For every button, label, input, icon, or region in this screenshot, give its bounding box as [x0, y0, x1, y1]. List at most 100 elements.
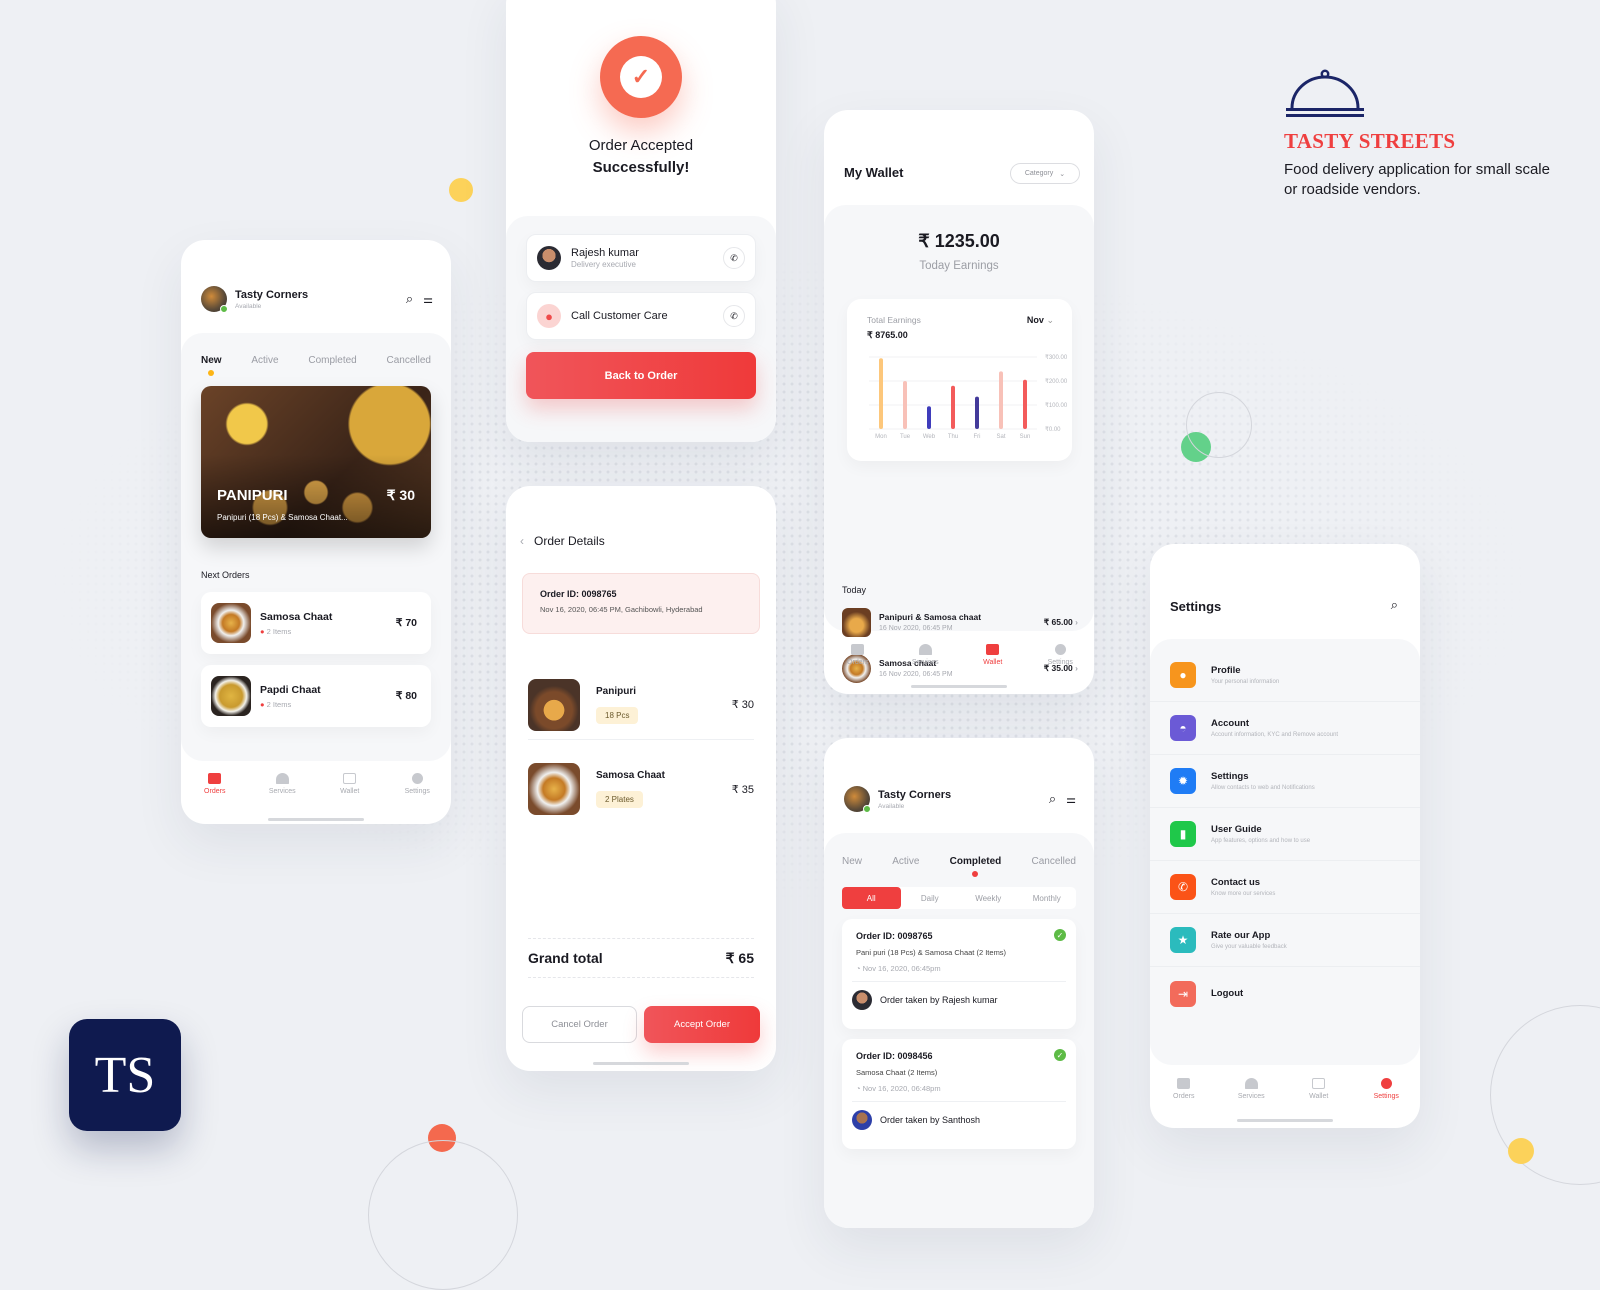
tab-cancelled[interactable]: Cancelled	[387, 355, 431, 366]
filter-daily[interactable]: Daily	[901, 887, 960, 909]
nav-orders[interactable]: Orders	[190, 773, 240, 795]
calendar-icon	[1177, 1078, 1191, 1089]
cancel-order-button[interactable]: Cancel Order	[522, 1006, 637, 1043]
back-icon[interactable]: ‹	[520, 534, 524, 548]
search-icon[interactable]: ⌕	[1391, 597, 1398, 613]
order-price: ₹ 80	[395, 690, 417, 702]
decor-ring	[368, 1140, 518, 1290]
settings-item-title: User Guide	[1211, 824, 1262, 835]
settings-item-title: Rate our App	[1211, 930, 1271, 941]
category-select[interactable]: Category ⌄	[1010, 163, 1080, 184]
home-indicator	[1237, 1119, 1333, 1122]
order-item-row: Samosa Chaat 2 Plates ₹ 35	[528, 754, 754, 824]
y-tick-label: ₹300.00	[1045, 354, 1068, 361]
online-indicator	[863, 805, 871, 813]
decor-dot-yellow	[1508, 1138, 1534, 1164]
delivery-avatar	[537, 246, 561, 270]
calendar-icon	[851, 644, 865, 655]
gear-icon: ✹	[1170, 768, 1196, 794]
order-id: Order ID: 0098765	[540, 589, 617, 599]
settings-item-contact-us[interactable]: ✆ Contact us Know more our services	[1150, 861, 1420, 914]
completed-order-card[interactable]: Order ID: 0098456 ✓ Samosa Chaat (2 Item…	[842, 1039, 1076, 1149]
nav-services[interactable]: Services	[1226, 1078, 1276, 1100]
cloche-icon	[275, 773, 289, 784]
nav-orders[interactable]: Orders	[1159, 1078, 1209, 1100]
search-icon[interactable]: ⌕	[1049, 791, 1056, 807]
filter-monthly[interactable]: Monthly	[1018, 887, 1077, 909]
tab-active[interactable]: Active	[892, 856, 919, 867]
nav-wallet[interactable]: Wallet	[1294, 1078, 1344, 1100]
tab-new[interactable]: New	[201, 355, 222, 376]
next-order-item[interactable]: Papdi Chaat ● 2 Items ₹ 80	[201, 665, 431, 727]
nav-settings[interactable]: Settings	[1035, 644, 1085, 666]
grand-total-row: Grand total ₹ 65	[528, 938, 754, 978]
search-icon[interactable]: ⌕	[406, 291, 413, 307]
delivery-avatar	[852, 1110, 872, 1130]
food-thumbnail	[528, 678, 580, 731]
call-button[interactable]: ✆	[723, 305, 745, 327]
item-qty: 18 Pcs	[596, 706, 639, 724]
accept-order-button[interactable]: Accept Order	[644, 1006, 760, 1043]
check-icon: ✓	[1054, 929, 1066, 941]
nav-settings[interactable]: Settings	[392, 773, 442, 795]
back-to-order-button[interactable]: Back to Order	[526, 352, 756, 399]
settings-item-title: Logout	[1211, 988, 1244, 999]
call-button[interactable]: ✆	[723, 247, 745, 269]
settings-item-sub: Your personal information	[1211, 679, 1280, 685]
bottom-nav: Orders Services Wallet Settings	[824, 644, 1094, 666]
next-order-item[interactable]: Samosa Chaat ● 2 Items ₹ 70	[201, 592, 431, 654]
tab-new[interactable]: New	[842, 856, 862, 867]
featured-order-card[interactable]: PANIPURI ₹ 30 Panipuri (18 Pcs) & Samosa…	[201, 386, 431, 538]
settings-item-user-guide[interactable]: ▮ User Guide App features, options and how…	[1150, 808, 1420, 861]
filter-icon[interactable]: ⚌	[423, 293, 433, 306]
settings-item-sub: Give your valuable feedback	[1211, 944, 1287, 950]
filter-all[interactable]: All	[842, 887, 901, 909]
settings-item-rate-our-app[interactable]: ★ Rate our App Give your valuable feedback	[1150, 914, 1420, 967]
order-name: Papdi Chaat	[260, 683, 321, 696]
nav-settings[interactable]: Settings	[1361, 1078, 1411, 1100]
x-tick-label: Mon	[875, 434, 887, 440]
order-meta: Nov 16, 2020, 06:45 PM, Gachibowli, Hyde…	[540, 605, 703, 614]
settings-item-account[interactable]: ◓ Account Account information, KYC and Rem…	[1150, 702, 1420, 755]
order-name: Samosa Chaat	[260, 610, 333, 623]
tab-completed[interactable]: Completed	[950, 856, 1001, 877]
tab-cancelled[interactable]: Cancelled	[1031, 856, 1075, 867]
home-indicator	[268, 818, 364, 821]
brand-tagline: Food delivery application for small scal…	[1284, 161, 1550, 198]
featured-desc: Panipuri (18 Pcs) & Samosa Chaat...	[217, 513, 348, 522]
grand-total-label: Grand total	[528, 950, 603, 966]
brand-block: TASTY STREETS Food delivery application …	[1284, 68, 1574, 200]
contact-role: Delivery executive	[571, 260, 636, 269]
filter-weekly[interactable]: Weekly	[959, 887, 1018, 909]
settings-item-profile[interactable]: ● Profile Your personal information	[1150, 649, 1420, 702]
nav-services[interactable]: Services	[900, 644, 950, 666]
tab-active[interactable]: Active	[251, 355, 278, 366]
delivery-exec-card: Rajesh kumar Delivery executive ✆	[526, 234, 756, 282]
settings-item-settings[interactable]: ✹ Settings Allow contacts to web and Notif…	[1150, 755, 1420, 808]
chart-title: Total Earnings	[867, 315, 921, 325]
nav-orders[interactable]: Orders	[833, 644, 883, 666]
nav-wallet[interactable]: Wallet	[325, 773, 375, 795]
y-tick-label: ₹100.00	[1045, 402, 1068, 409]
decor-ring	[1490, 1005, 1600, 1185]
tab-completed[interactable]: Completed	[308, 355, 356, 366]
food-thumbnail	[842, 607, 871, 637]
grand-total-value: ₹ 65	[725, 949, 754, 966]
page-title: Order Details	[534, 534, 605, 548]
filter-icon[interactable]: ⚌	[1066, 793, 1076, 806]
month-select[interactable]: Nov ⌄	[1027, 315, 1054, 326]
nav-services[interactable]: Services	[257, 773, 307, 795]
vendor-status: Available	[235, 302, 262, 310]
order-tabs: New Active Completed Cancelled	[842, 856, 1076, 877]
featured-title: PANIPURI	[217, 487, 288, 504]
order-info-box: Order ID: 0098765 Nov 16, 2020, 06:45 PM…	[522, 573, 760, 634]
clock-icon: ●	[260, 626, 265, 636]
nav-wallet[interactable]: Wallet	[968, 644, 1018, 666]
completed-order-card[interactable]: Order ID: 0098765 ✓ Pani puri (18 Pcs) &…	[842, 919, 1076, 1029]
food-thumbnail	[528, 763, 580, 815]
settings-item-title: Contact us	[1211, 877, 1261, 888]
settings-item-logout[interactable]: ⇥ Logout	[1150, 967, 1420, 1020]
transaction-row[interactable]: Panipuri & Samosa chaat 16 Nov 2020, 06:4…	[842, 607, 1078, 637]
order-details-screen: ‹ Order Details Order ID: 0098765 Nov 16…	[506, 486, 776, 1071]
y-tick-label: ₹0.00	[1045, 426, 1061, 433]
